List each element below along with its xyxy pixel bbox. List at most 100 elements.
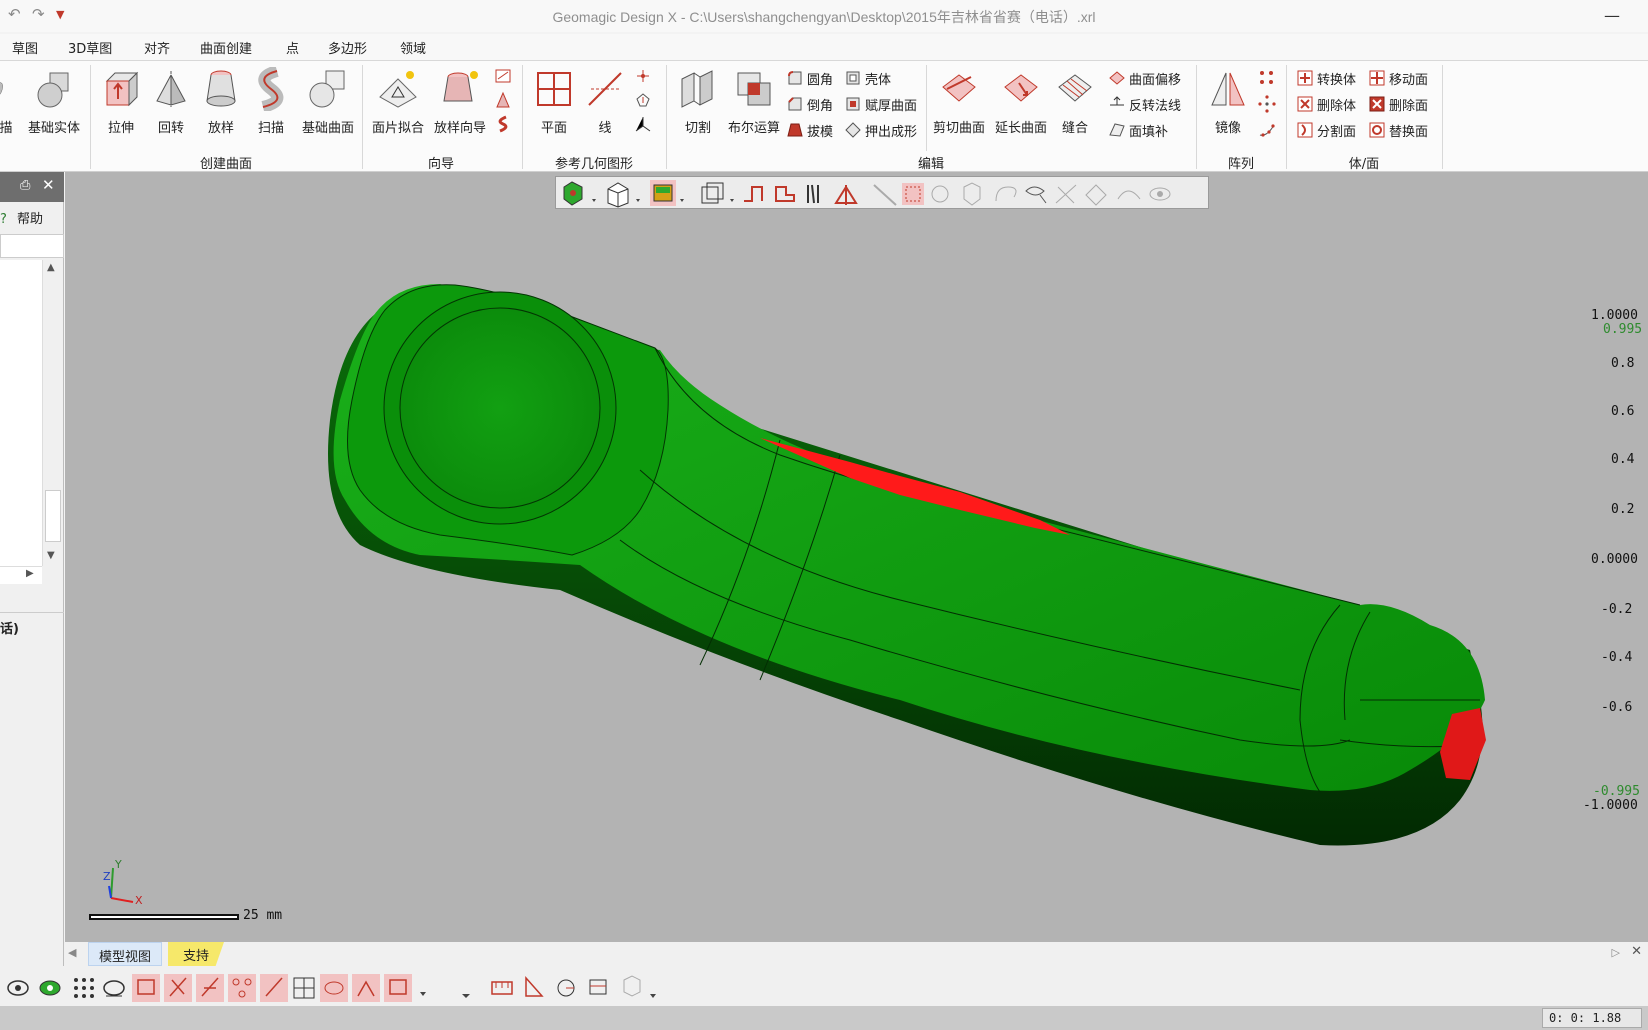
deviation-icon[interactable] [623,975,641,997]
section-plane-icon[interactable] [775,186,795,202]
revolve-button[interactable]: 回转 [146,63,196,136]
tab-close-icon[interactable]: ✕ [1631,944,1642,959]
delete-body-button[interactable]: 删除体 [1296,93,1356,115]
circular-pattern-button[interactable] [1258,93,1276,115]
menu-polygon[interactable]: 多边形 [328,38,367,57]
extrude-button[interactable]: 拉伸 [96,63,146,136]
scroll-up-icon[interactable]: ▲ [47,262,55,273]
dropdown-icon[interactable] [650,994,656,998]
section-view-icon[interactable] [744,186,763,202]
select-circle-icon[interactable] [931,185,949,203]
select-lasso-icon[interactable] [1025,186,1047,204]
eye-body-highlight[interactable] [132,974,160,1002]
minimize-button[interactable]: — [1604,6,1620,25]
h-scrollbar[interactable] [0,566,42,584]
area-measure-icon[interactable] [589,979,607,995]
scan-button[interactable]: 描 [0,63,18,136]
chamfer-button[interactable]: 倒角 [786,93,833,115]
eye-measure-highlight[interactable] [384,974,412,1002]
select-brush-icon[interactable] [1055,184,1077,204]
close-panel-icon[interactable]: ✕ [42,176,55,194]
point-cloud-icon[interactable] [74,978,94,998]
ref-coordinate-button[interactable] [634,113,652,135]
select-rect-highlight[interactable] [902,183,924,205]
menu-region[interactable]: 领域 [400,38,426,57]
eye-vector-highlight[interactable] [352,974,380,1002]
scroll-down-icon[interactable]: ▼ [47,550,55,561]
plane-button[interactable]: 平面 [528,63,580,136]
extrude-form-button[interactable]: 押出成形 [844,119,917,141]
wizard-small-1[interactable] [494,65,512,87]
select-freeform-icon[interactable] [995,186,1017,202]
tab-model-view[interactable]: 模型视图 [88,942,162,966]
select-line-icon[interactable] [873,184,897,206]
scroll-right-icon[interactable]: ▶ [26,568,34,579]
line-button[interactable]: 线 [582,63,628,136]
sweep-button[interactable]: 扫描 [246,63,296,136]
eye-points-highlight[interactable] [228,974,256,1002]
tree-item-file[interactable]: 话) [0,618,19,637]
basic-surface-button[interactable]: 基础曲面 [296,63,360,136]
view-mode-icon[interactable] [563,181,583,206]
ref-point-button[interactable] [634,65,652,87]
radius-measure-icon[interactable] [557,979,575,997]
feature-tree[interactable] [0,260,42,566]
tab-support[interactable]: 支持 [168,942,224,966]
dropdown-icon[interactable] [462,994,470,998]
pin-icon[interactable]: ⎙ [20,178,30,193]
help-button[interactable]: ? 帮助 [0,208,43,227]
tab-scroll-right-icon[interactable]: ▷ [1612,946,1620,959]
dropdown-icon[interactable] [592,199,596,202]
loft-button[interactable]: 放样 [196,63,246,136]
shell-button[interactable]: 壳体 [844,67,891,89]
loft-wizard-button[interactable]: 放样向导 [428,63,492,136]
delete-face-button[interactable]: 删除面 [1368,93,1428,115]
ruler-icon[interactable] [491,981,513,995]
menu-sketch[interactable]: 草图 [12,38,38,57]
3d-viewport[interactable]: 1.0000 0.995 0.8 0.6 0.4 0.2 0.0000 -0.2… [65,172,1648,942]
curve-pattern-button[interactable] [1258,119,1276,141]
select-fill-icon[interactable] [1085,184,1107,206]
fillet-button[interactable]: 圆角 [786,67,833,89]
mirror-button[interactable]: 镜像 [1202,63,1254,136]
surface-offset-button[interactable]: 曲面偏移 [1108,67,1181,89]
select-extension-icon[interactable] [1117,190,1141,200]
wizard-small-3[interactable] [494,113,512,135]
tree-scrollbar[interactable]: ▲ ▼ [42,260,62,566]
dropdown-icon[interactable] [730,199,734,202]
eye-region-icon[interactable] [103,980,125,997]
reverse-normal-button[interactable]: 反转法线 [1108,93,1181,115]
ref-vector-button[interactable] [634,89,652,111]
menu-surface-creation[interactable]: 曲面创建 [200,38,252,57]
eye-coord-highlight[interactable] [320,974,348,1002]
scroll-thumb[interactable] [45,490,61,542]
select-polygon-icon[interactable] [963,182,981,206]
boolean-button[interactable]: 布尔运算 [724,63,784,136]
cube-view-icon[interactable] [607,182,629,208]
wireframe-cube-icon[interactable] [701,182,724,204]
eye-mesh-icon[interactable] [39,980,61,996]
eye-show-all-icon[interactable] [7,980,29,996]
extend-surface-button[interactable]: 延长曲面 [990,63,1052,136]
basic-solid-button[interactable]: 基础实体 [22,63,86,136]
replace-face-button[interactable]: 替换面 [1368,119,1428,141]
panel-search-input[interactable] [0,234,64,258]
sew-button[interactable]: 缝合 [1052,63,1098,136]
tab-scroll-left-icon[interactable]: ◀ [68,946,76,959]
wizard-small-2[interactable] [494,89,512,111]
move-face-button[interactable]: 移动面 [1368,67,1428,89]
convert-body-button[interactable]: 转换体 [1296,67,1356,89]
split-view-icon[interactable] [807,184,819,204]
draft-button[interactable]: 拔模 [786,119,833,141]
menu-point[interactable]: 点 [286,38,299,57]
linear-pattern-button[interactable] [1258,67,1276,89]
dropdown-icon[interactable] [636,199,640,202]
menu-3d-sketch[interactable]: 3D草图 [68,38,112,57]
split-face-button[interactable]: 分割面 [1296,119,1356,141]
trim-surface-button[interactable]: 剪切曲面 [928,63,990,136]
dropdown-icon[interactable] [680,199,684,202]
dropdown-icon[interactable] [420,992,426,996]
patch-fit-button[interactable]: 面片拟合 [368,63,428,136]
cut-button[interactable]: 切割 [672,63,724,136]
angle-measure-icon[interactable] [525,976,544,997]
